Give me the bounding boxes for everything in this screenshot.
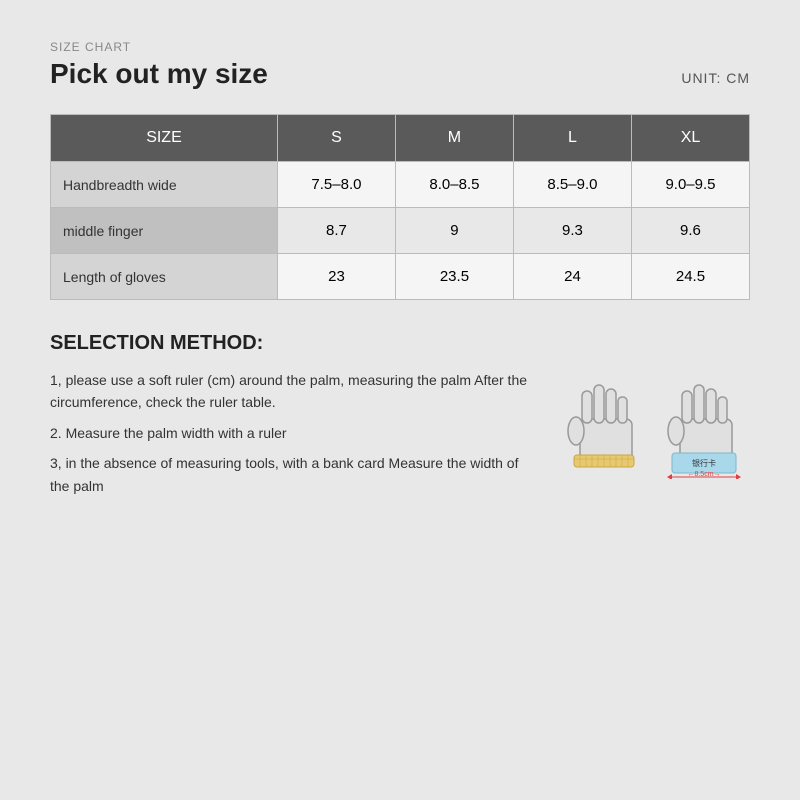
- svg-text:银行卡: 银行卡: [692, 458, 716, 468]
- glove-illustrations: 银行卡 ←8.5cm→: [560, 369, 750, 479]
- col-header-l: L: [513, 115, 631, 162]
- main-title: Pick out my size: [50, 58, 268, 90]
- cell-2-1: 23.5: [395, 254, 513, 300]
- svg-text:←8.5cm→: ←8.5cm→: [687, 471, 720, 478]
- row-label-0: Handbreadth wide: [51, 162, 278, 208]
- col-header-size: SIZE: [51, 115, 278, 162]
- cell-0-3: 9.0–9.5: [631, 162, 749, 208]
- cell-1-1: 9: [395, 208, 513, 254]
- cell-1-2: 9.3: [513, 208, 631, 254]
- col-header-xl: XL: [631, 115, 749, 162]
- selection-step-2: 2. Measure the palm width with a ruler: [50, 422, 540, 444]
- table-row: Length of gloves2323.52424.5: [51, 254, 750, 300]
- col-header-s: S: [277, 115, 395, 162]
- size-table: SIZE S M L XL Handbreadth wide7.5–8.08.0…: [50, 114, 750, 300]
- selection-step-1: 1, please use a soft ruler (cm) around t…: [50, 369, 540, 414]
- cell-2-0: 23: [277, 254, 395, 300]
- row-label-2: Length of gloves: [51, 254, 278, 300]
- cell-1-0: 8.7: [277, 208, 395, 254]
- cell-0-2: 8.5–9.0: [513, 162, 631, 208]
- table-row: middle finger8.799.39.6: [51, 208, 750, 254]
- glove-with-card: 银行卡 ←8.5cm→: [660, 369, 750, 479]
- size-chart-label: SIZE CHART: [50, 40, 750, 54]
- col-header-m: M: [395, 115, 513, 162]
- cell-2-2: 24: [513, 254, 631, 300]
- cell-0-0: 7.5–8.0: [277, 162, 395, 208]
- row-label-1: middle finger: [51, 208, 278, 254]
- glove-with-tape: [560, 369, 650, 479]
- selection-step-3: 3, in the absence of measuring tools, wi…: [50, 452, 540, 497]
- unit-label: UNIT: CM: [681, 70, 750, 86]
- selection-method-section: SELECTION METHOD: 1, please use a soft r…: [50, 332, 750, 505]
- selection-steps: 1, please use a soft ruler (cm) around t…: [50, 369, 540, 505]
- selection-method-title: SELECTION METHOD:: [50, 332, 750, 355]
- table-row: Handbreadth wide7.5–8.08.0–8.58.5–9.09.0…: [51, 162, 750, 208]
- cell-2-3: 24.5: [631, 254, 749, 300]
- cell-1-3: 9.6: [631, 208, 749, 254]
- cell-0-1: 8.0–8.5: [395, 162, 513, 208]
